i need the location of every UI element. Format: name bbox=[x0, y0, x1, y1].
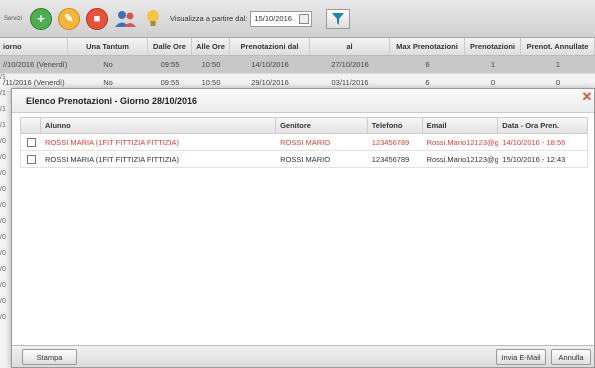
background-grid-header: iorno Una Tantum Dalle Ore Alle Ore Pren… bbox=[0, 38, 595, 56]
edit-icon[interactable]: ✎ bbox=[58, 7, 80, 30]
cell-alunno: ROSSI MARIA (1FIT FITTIZIA FITTIZIA) bbox=[44, 154, 179, 164]
prenotazioni-dialog: Elenco Prenotazioni - Giorno 28/10/2016 … bbox=[11, 88, 595, 368]
filter-icon bbox=[332, 12, 345, 25]
add-icon[interactable]: + bbox=[30, 7, 52, 30]
col-alunno[interactable]: Alunno bbox=[41, 118, 277, 133]
row-checkbox-cell bbox=[21, 134, 41, 150]
row-checkbox-cell bbox=[21, 151, 41, 167]
cell-data-ora: 14/10/2016 - 18:56 bbox=[502, 137, 566, 147]
print-button[interactable]: Stampa bbox=[22, 349, 77, 365]
filter-date-input[interactable]: 15/10/2016 bbox=[250, 10, 313, 27]
bg-col-prenot-annullate[interactable]: Prenot. Annullate bbox=[521, 38, 595, 55]
send-email-button[interactable]: Invia E-Mail bbox=[496, 349, 546, 365]
delete-icon[interactable]: ■ bbox=[86, 7, 108, 30]
left-marker: /0 bbox=[0, 298, 6, 305]
bg-col-prenotazioni[interactable]: Prenotazioni bbox=[465, 38, 521, 55]
left-marker: /0 bbox=[0, 314, 6, 321]
left-marker: /0 bbox=[0, 234, 6, 241]
cell-genitore: ROSSI MARIO bbox=[280, 137, 331, 147]
left-marker: /1 bbox=[0, 90, 6, 97]
cell-data-ora: 15/10/2016 - 12:43 bbox=[502, 154, 566, 164]
dialog-grid-header: Alunno Genitore Telefono Email Data - Or… bbox=[20, 117, 588, 134]
row-checkbox[interactable] bbox=[27, 154, 36, 164]
filter-button[interactable] bbox=[326, 8, 351, 29]
bg-col-alle-ore[interactable]: Alle Ore bbox=[192, 38, 230, 55]
left-marker: /0 bbox=[0, 154, 6, 161]
left-marker: /0 bbox=[0, 218, 6, 225]
background-left-markers: /1/1/1/1/0/0/0/0/0/0/0/0/0/0/0/0 bbox=[0, 74, 10, 330]
cell-email: Rossi.Mario12123@gmai... bbox=[426, 137, 499, 147]
cell-alunno: ROSSI MARIA (1FIT FITTIZIA FITTIZIA) bbox=[44, 137, 179, 147]
bg-col-max-prenotazioni[interactable]: Max Prenotazioni bbox=[390, 38, 465, 55]
cell-genitore: ROSSI MARIO bbox=[280, 154, 331, 164]
bg-col-dalle-ore[interactable]: Dalle Ore bbox=[148, 38, 192, 55]
table-row[interactable]: ROSSI MARIA (1FIT FITTIZIA FITTIZIA) ROS… bbox=[20, 151, 588, 168]
cell-email: Rossi.Mario12123@gmai... bbox=[426, 154, 499, 164]
header-checkbox-col bbox=[21, 118, 41, 133]
table-row[interactable]: //10/2016 (Venerdì) No 09:55 10:50 14/10… bbox=[0, 56, 595, 74]
left-marker: /0 bbox=[0, 170, 6, 177]
col-data-ora[interactable]: Data - Ora Pren. bbox=[498, 118, 587, 133]
users-icon[interactable] bbox=[114, 8, 138, 30]
left-marker: /0 bbox=[0, 138, 6, 145]
lightbulb-icon[interactable] bbox=[144, 8, 162, 30]
left-marker: /0 bbox=[0, 282, 6, 289]
filter-date-label: Visualizza a partire dal: bbox=[170, 14, 248, 23]
toolbar: Servizi + ✎ ■ Visualizza a partire dal: … bbox=[0, 0, 595, 38]
left-marker: /0 bbox=[0, 186, 6, 193]
cell-telefono: 123456789 bbox=[371, 137, 410, 147]
row-checkbox[interactable] bbox=[27, 137, 36, 147]
calendar-icon[interactable] bbox=[299, 13, 310, 24]
left-marker: /1 bbox=[0, 122, 6, 129]
bg-col-prenotazioni-dal[interactable]: Prenotazioni dal bbox=[230, 38, 310, 55]
col-genitore[interactable]: Genitore bbox=[276, 118, 368, 133]
bg-col-una-tantum[interactable]: Una Tantum bbox=[68, 38, 148, 55]
cancel-button[interactable]: Annulla bbox=[551, 349, 591, 365]
left-marker: /0 bbox=[0, 202, 6, 209]
bg-col-al[interactable]: al bbox=[310, 38, 390, 55]
filter-date-value: 15/10/2016 bbox=[254, 14, 292, 23]
left-marker: /1 bbox=[0, 74, 6, 81]
bg-col-giorno[interactable]: iorno bbox=[0, 38, 68, 55]
left-marker: /0 bbox=[0, 250, 6, 257]
cell-telefono: 123456789 bbox=[371, 154, 410, 164]
toolbar-small-label: Servizi bbox=[4, 15, 23, 22]
table-row[interactable]: ROSSI MARIA (1FIT FITTIZIA FITTIZIA) ROS… bbox=[20, 134, 588, 151]
dialog-footer: Stampa Invia E-Mail Annulla bbox=[12, 345, 594, 367]
left-marker: /1 bbox=[0, 106, 6, 113]
col-email[interactable]: Email bbox=[423, 118, 499, 133]
close-icon[interactable]: ✕ bbox=[580, 89, 594, 105]
left-marker: /0 bbox=[0, 266, 6, 273]
dialog-title-bar: Elenco Prenotazioni - Giorno 28/10/2016 … bbox=[12, 89, 594, 113]
col-telefono[interactable]: Telefono bbox=[368, 118, 423, 133]
dialog-title: Elenco Prenotazioni - Giorno 28/10/2016 bbox=[26, 95, 198, 106]
